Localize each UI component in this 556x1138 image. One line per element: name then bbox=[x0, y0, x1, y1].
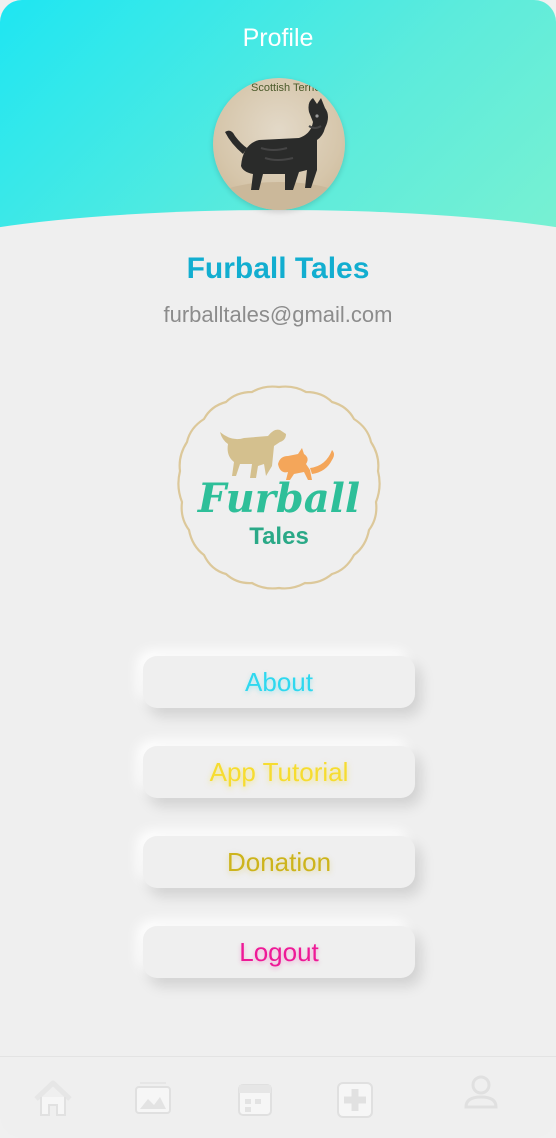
profile-icon bbox=[464, 1075, 498, 1109]
avatar-caption: Scottish Terrier bbox=[251, 82, 325, 94]
nav-profile[interactable] bbox=[458, 1071, 504, 1117]
page-title: Profile bbox=[242, 24, 314, 52]
bottom-nav bbox=[0, 1056, 556, 1138]
nav-gallery[interactable] bbox=[130, 1075, 176, 1121]
dog-and-cat-logo-icon: Furball Tales bbox=[177, 385, 381, 590]
avatar[interactable]: Scottish Terrier bbox=[213, 78, 345, 210]
home-icon bbox=[34, 1080, 72, 1116]
about-button[interactable]: About bbox=[143, 656, 415, 708]
profile-name: Furball Tales bbox=[186, 252, 370, 285]
calendar-icon bbox=[238, 1084, 272, 1116]
nav-calendar[interactable] bbox=[232, 1075, 278, 1121]
profile-screen: Profile Scottish Terrier Furball Tales f… bbox=[0, 0, 556, 1138]
logout-button[interactable]: Logout bbox=[143, 926, 415, 978]
app-tutorial-button[interactable]: App Tutorial bbox=[143, 746, 415, 798]
logo-line2: Tales bbox=[249, 523, 309, 550]
logo-line1: Furball bbox=[197, 475, 360, 522]
medical-plus-icon bbox=[337, 1082, 373, 1118]
gallery-icon bbox=[135, 1082, 171, 1114]
scottish-terrier-icon bbox=[219, 98, 339, 210]
nav-home[interactable] bbox=[30, 1075, 76, 1121]
nav-medical[interactable] bbox=[332, 1075, 378, 1121]
furball-tales-logo: Furball Tales bbox=[176, 384, 382, 590]
profile-email: furballtales@gmail.com bbox=[163, 302, 393, 327]
donation-button[interactable]: Donation bbox=[143, 836, 415, 888]
